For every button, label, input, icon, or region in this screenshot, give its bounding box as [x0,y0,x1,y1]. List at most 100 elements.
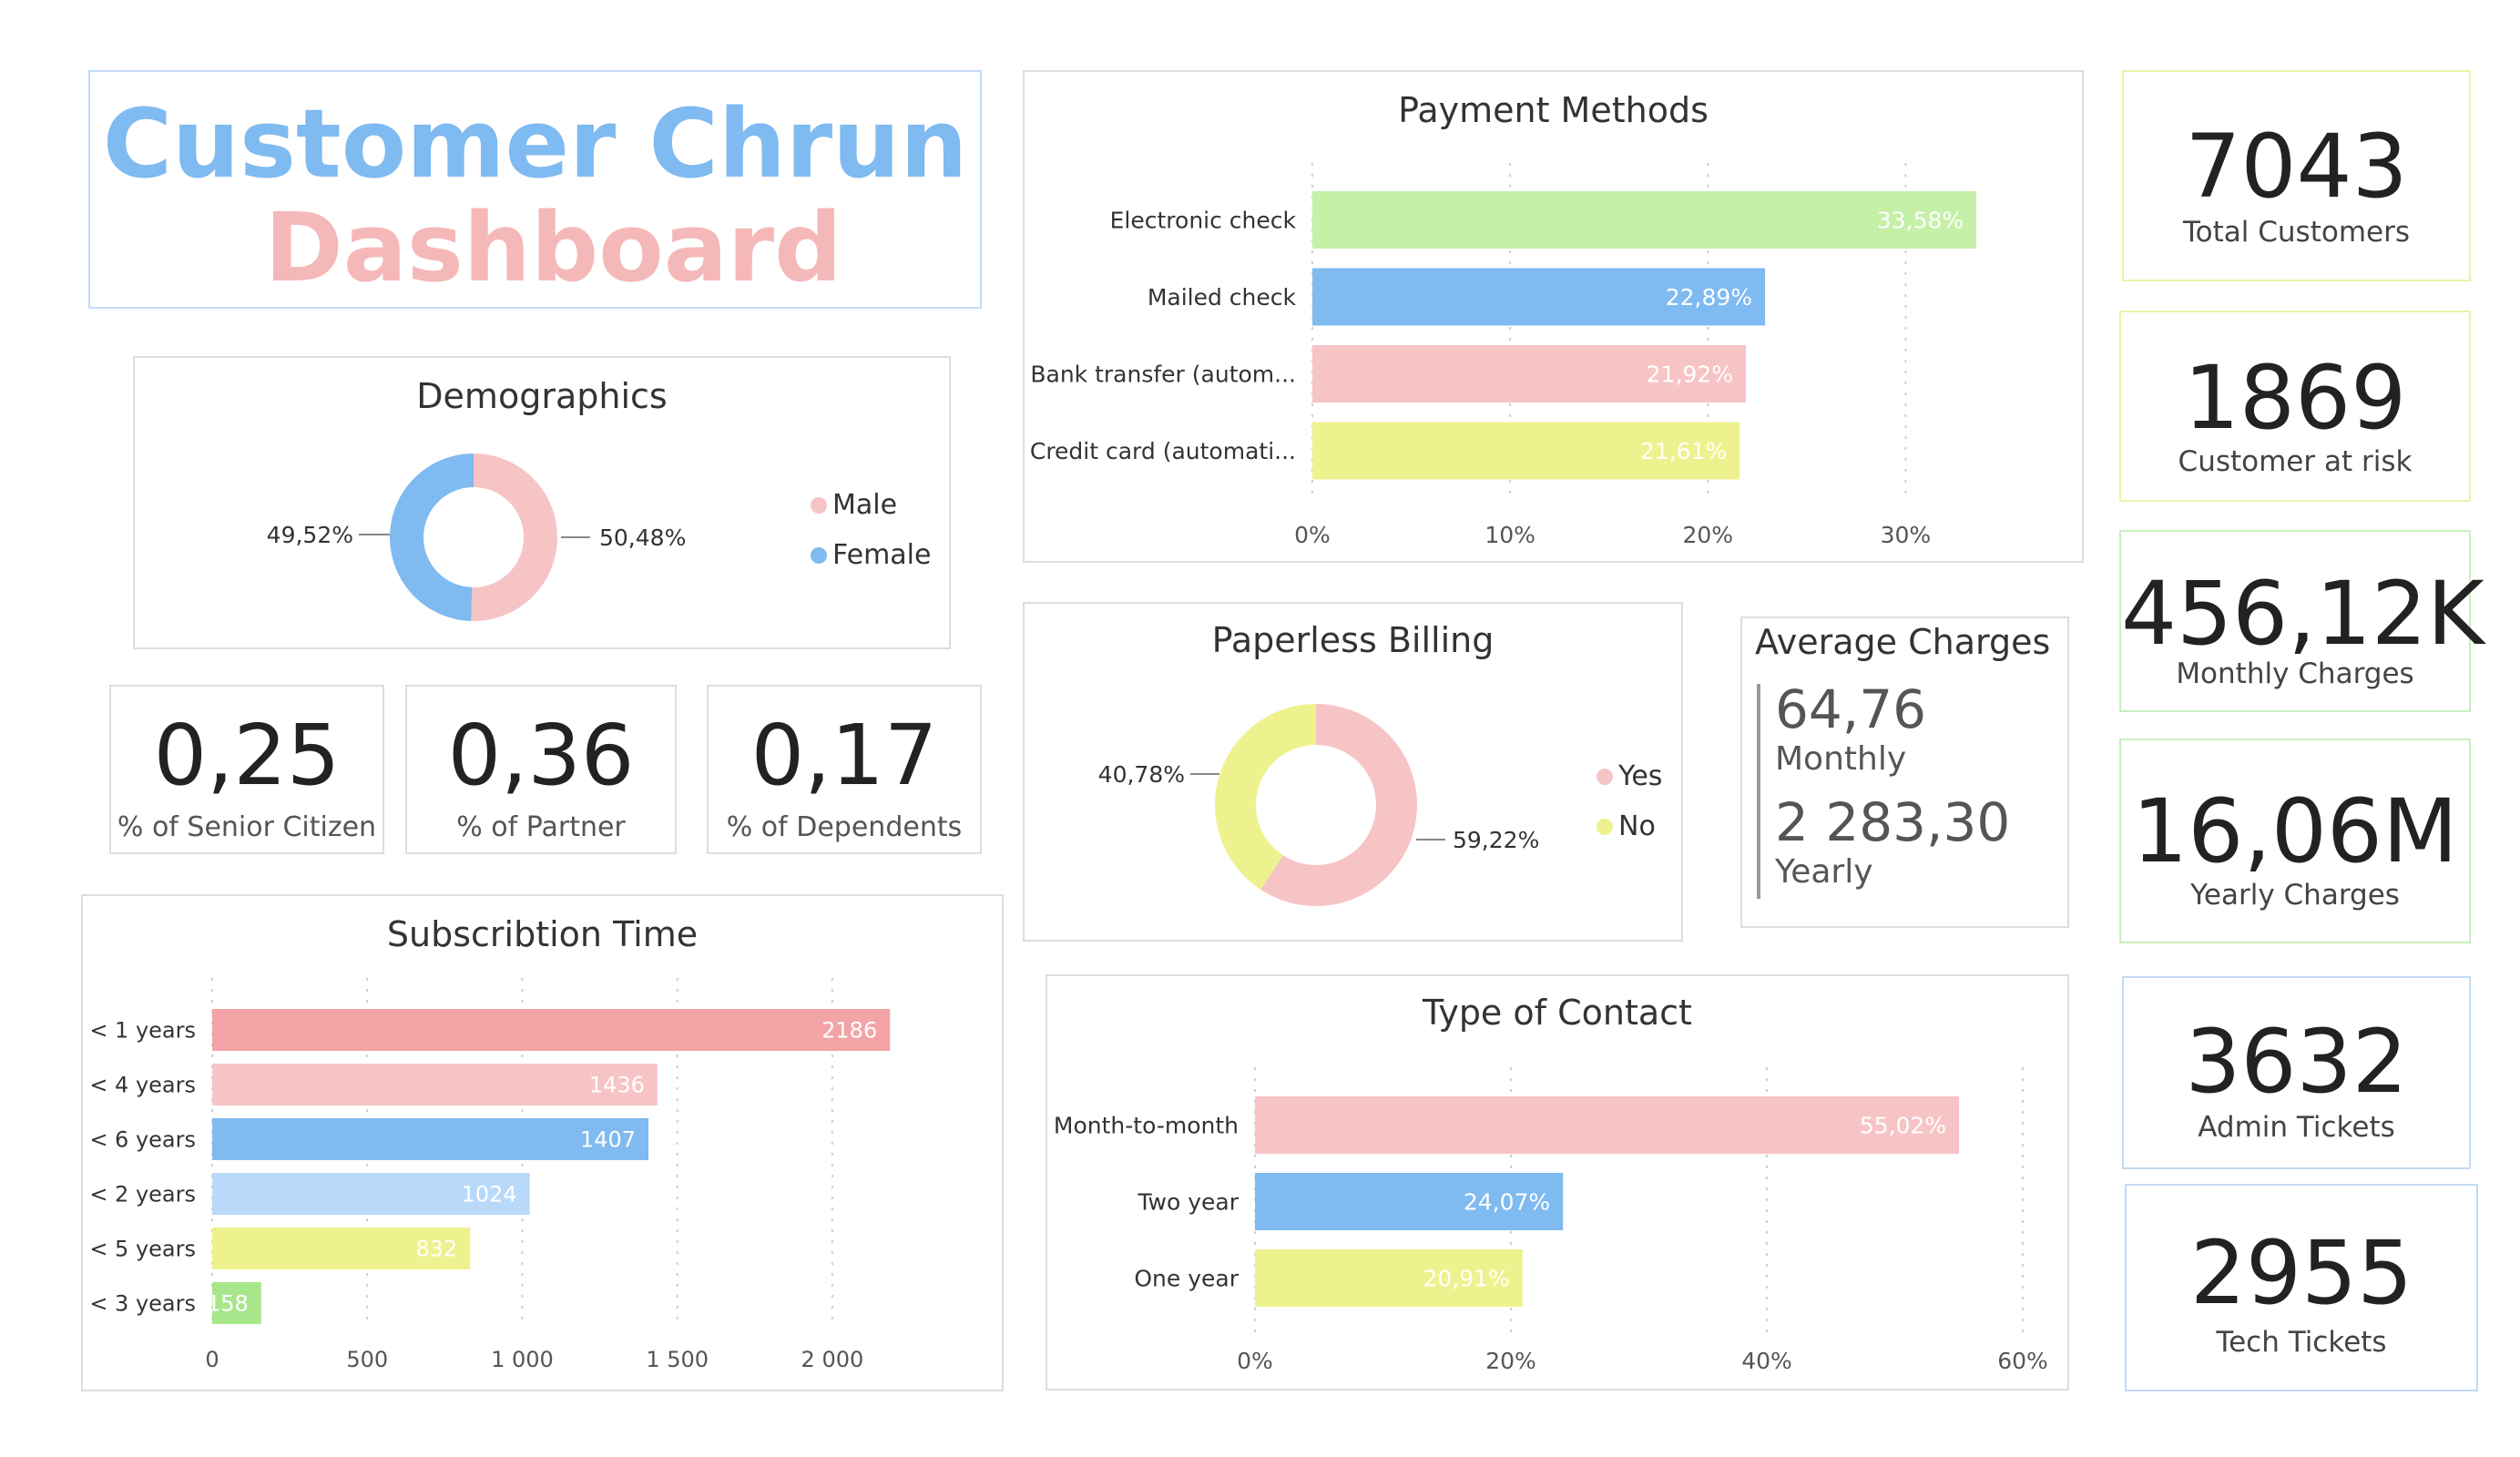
paperless-donut-chart[interactable]: 59,22% 40,78% [1025,604,1681,940]
average-charges-divider [1757,684,1760,899]
metric-label: % of Senior Citizen [117,811,377,843]
bar[interactable] [212,1009,891,1051]
average-yearly-label: Yearly [1775,853,1873,891]
x-tick-label: 1 000 [491,1347,554,1372]
category-label: Electronic check [1110,207,1297,233]
data-label: 21,92% [1647,361,1733,387]
category-label: < 5 years [89,1236,196,1261]
total-customers-kpi: 7043 Total Customers [2122,70,2471,281]
x-tick-label: 0% [1294,522,1331,548]
average-monthly-label: Monthly [1775,740,1907,778]
legend-label: Female [832,539,932,571]
average-yearly-value: 2 283,30 [1775,791,2011,853]
category-label: Bank transfer (autom... [1030,361,1296,387]
paperless-legend: Yes No [1597,751,1662,851]
female-legend-dot [811,546,827,564]
tech-tickets-kpi: 2955 Tech Tickets [2125,1184,2478,1391]
category-label: < 3 years [89,1290,196,1316]
senior-citizen-metric-card: 0,25 % of Senior Citizen [109,685,384,854]
category-label: < 4 years [89,1072,196,1097]
yearly-charges-kpi: 16,06M Yearly Charges [2119,739,2471,943]
kpi-label: Monthly Charges [2176,657,2414,690]
customers-at-risk-kpi: 1869 Customer at risk [2119,311,2471,502]
slice-label: 40,78% [1098,761,1185,788]
payment-methods-card[interactable]: Payment Methods 0% 10% 20% 30% Electronic ch… [1023,70,2084,563]
kpi-value: 1869 [2183,347,2407,449]
donut-slice[interactable] [471,453,558,621]
average-charges-title: Average Charges [1755,622,2051,662]
subscription-bar-chart[interactable]: 0 500 1 000 1 500 2 000 < 1 years 2186 < 4 year… [83,896,1002,1390]
kpi-label: Customer at risk [2178,445,2413,478]
kpi-value: 16,06M [2132,780,2458,882]
legend-item-yes[interactable]: Yes [1597,751,1662,801]
donut-slice[interactable] [1215,704,1316,890]
bar[interactable] [1255,1096,1960,1154]
kpi-value: 2955 [2189,1222,2413,1324]
paperless-billing-card[interactable]: Paperless Billing 59,22% 40,78% Yes No [1023,602,1683,942]
contract-bar-chart[interactable]: 0% 20% 40% 60% Month-to-month 55,02% Two year 2… [1047,976,2067,1389]
category-label: Two year [1137,1188,1239,1215]
legend-item-no[interactable]: No [1597,801,1662,851]
data-label: 2186 [821,1017,877,1043]
x-tick-label: 20% [1682,522,1733,548]
kpi-label: Tech Tickets [2216,1326,2387,1359]
slice-label: 50,48% [599,525,686,551]
legend-label: No [1618,810,1656,842]
dashboard-title-line1: Customer Chrun [102,88,968,199]
category-label: One year [1134,1265,1239,1291]
data-label: 22,89% [1666,284,1752,311]
legend-label: Yes [1618,760,1663,792]
metric-value: 0,17 [750,707,938,804]
contract-type-card[interactable]: Type of Contact 0% 20% 40% 60% Month-to-mont… [1046,974,2069,1391]
subscription-time-card[interactable]: Subscribtion Time 0 500 1 000 1 500 2 000 < 1… [81,894,1004,1391]
admin-tickets-kpi: 3632 Admin Tickets [2122,976,2471,1169]
data-label: 20,91% [1423,1265,1509,1291]
kpi-value: 7043 [2185,116,2408,218]
data-label: 1024 [462,1181,517,1207]
yes-legend-dot [1597,768,1613,785]
slice-label: 59,22% [1453,827,1539,853]
x-tick-label: 500 [346,1347,388,1372]
metric-value: 0,36 [447,707,635,804]
donut-slice[interactable] [390,453,474,621]
kpi-value: 3632 [2185,1011,2408,1113]
demographics-legend: Male Female [811,480,931,580]
kpi-label: Total Customers [2183,216,2410,249]
x-tick-label: 20% [1485,1348,1536,1374]
category-label: < 2 years [89,1181,196,1207]
dashboard-title-line2: Dashboard [264,192,842,303]
data-label: 1436 [589,1072,645,1097]
data-label: 832 [415,1236,457,1261]
legend-item-male[interactable]: Male [811,480,931,530]
x-tick-label: 30% [1881,522,1932,548]
metric-value: 0,25 [153,707,341,804]
metric-label: % of Partner [456,811,626,843]
dashboard-title-card: Customer Chrun Dashboard [88,70,982,309]
x-tick-label: 2 000 [801,1347,864,1372]
x-tick-label: 1 500 [646,1347,709,1372]
demographics-card[interactable]: Demographics 50,48% 49,52% Male Female [133,356,951,649]
x-tick-label: 40% [1741,1348,1792,1374]
partner-metric-card: 0,36 % of Partner [405,685,677,854]
average-monthly-value: 64,76 [1775,678,1927,740]
male-legend-dot [811,496,827,514]
payment-bar-chart[interactable]: 0% 10% 20% 30% Electronic check 33,58% Mailed … [1025,72,2082,561]
category-label: Credit card (automati... [1030,438,1296,464]
kpi-label: Admin Tickets [2198,1111,2395,1144]
legend-label: Male [832,489,898,521]
data-label: 24,07% [1464,1188,1550,1215]
data-label: 21,61% [1640,438,1727,464]
no-legend-dot [1597,818,1613,835]
kpi-label: Yearly Charges [2190,879,2400,912]
slice-label: 49,52% [267,522,353,548]
legend-item-female[interactable]: Female [811,530,931,580]
data-label: 55,02% [1860,1112,1946,1138]
category-label: < 6 years [89,1126,196,1152]
kpi-value: 456,12K [2121,563,2484,665]
category-label: Mailed check [1148,284,1297,311]
x-tick-label: 0 [205,1347,219,1372]
metric-label: % of Dependents [726,811,963,843]
category-label: < 1 years [89,1017,196,1043]
x-tick-label: 60% [1997,1348,2048,1374]
monthly-charges-kpi: 456,12K Monthly Charges [2119,530,2484,712]
